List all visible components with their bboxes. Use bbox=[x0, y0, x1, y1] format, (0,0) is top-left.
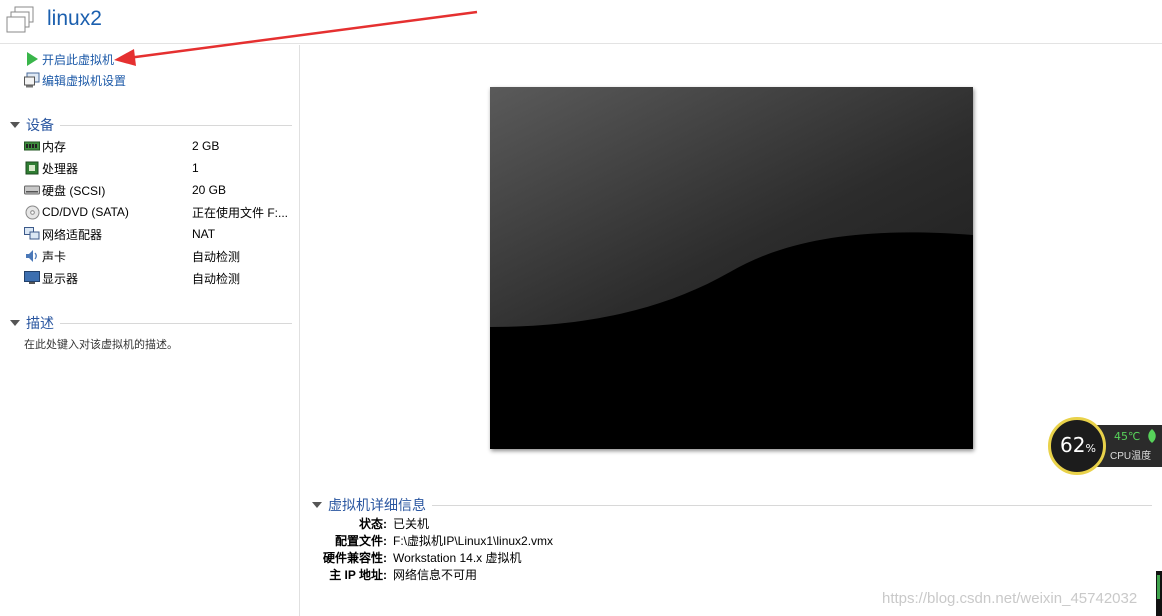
collapse-triangle-icon bbox=[10, 122, 20, 128]
device-row-harddisk[interactable]: 硬盘 (SCSI) 20 GB bbox=[24, 180, 294, 200]
detail-row-ip: 主 IP 地址: 网络信息不可用 bbox=[312, 566, 712, 583]
device-row-cdrom[interactable]: CD/DVD (SATA) 正在使用文件 F:... bbox=[24, 202, 294, 222]
device-name: 硬盘 (SCSI) bbox=[42, 183, 106, 198]
left-panel: 开启此虚拟机 编辑虚拟机设置 设备 内存 2 GB 处理器 1 硬盘 (SCSI… bbox=[0, 45, 300, 616]
cpu-usage-value: 62 bbox=[1060, 433, 1086, 457]
detail-value: F:\虚拟机IP\Linux1\linux2.vmx bbox=[393, 534, 554, 548]
detail-key: 状态: bbox=[359, 517, 387, 531]
network-adapter-icon bbox=[24, 226, 40, 242]
section-divider bbox=[60, 322, 292, 324]
title-bar: linux2 bbox=[0, 0, 1162, 44]
device-row-display[interactable]: 显示器 自动检测 bbox=[24, 268, 294, 288]
description-field[interactable]: 在此处键入对该虚拟机的描述。 bbox=[24, 336, 178, 352]
cpu-usage: 62% bbox=[1060, 433, 1096, 457]
vm-details-section-header[interactable]: 虚拟机详细信息 bbox=[312, 496, 1162, 514]
description-section-label: 描述 bbox=[26, 315, 54, 331]
device-row-sound[interactable]: 声卡 自动检测 bbox=[24, 246, 294, 266]
section-divider bbox=[432, 504, 1152, 506]
detail-key: 硬件兼容性: bbox=[323, 551, 387, 565]
edit-vm-settings-label: 编辑虚拟机设置 bbox=[42, 73, 127, 88]
devices-section-header[interactable]: 设备 bbox=[10, 116, 292, 134]
device-name: 声卡 bbox=[42, 249, 67, 264]
vm-screen-preview[interactable] bbox=[490, 87, 973, 449]
detail-key: 配置文件: bbox=[335, 534, 387, 548]
edge-bar-indicator bbox=[1157, 575, 1160, 599]
detail-value: 网络信息不可用 bbox=[393, 568, 478, 582]
harddisk-icon bbox=[24, 182, 40, 198]
section-divider bbox=[60, 124, 292, 126]
devices-section-label: 设备 bbox=[26, 117, 54, 133]
device-value: 自动检测 bbox=[192, 271, 241, 286]
device-name: 网络适配器 bbox=[42, 227, 103, 242]
device-row-network[interactable]: 网络适配器 NAT bbox=[24, 224, 294, 244]
cpu-temperature-value: 45℃ bbox=[1114, 430, 1141, 443]
edit-settings-icon bbox=[24, 72, 40, 88]
processor-icon bbox=[24, 160, 40, 176]
device-row-memory[interactable]: 内存 2 GB bbox=[24, 136, 294, 156]
device-name: 显示器 bbox=[42, 271, 79, 286]
device-value: 正在使用文件 F:... bbox=[192, 205, 289, 220]
memory-icon bbox=[24, 138, 40, 154]
device-value: 2 GB bbox=[192, 139, 220, 153]
edit-vm-settings-link[interactable]: 编辑虚拟机设置 bbox=[24, 71, 126, 89]
device-name: CD/DVD (SATA) bbox=[42, 205, 129, 219]
sound-card-icon bbox=[24, 248, 40, 264]
device-value: NAT bbox=[192, 227, 216, 241]
play-icon bbox=[24, 51, 40, 67]
device-name: 内存 bbox=[42, 139, 67, 154]
cpu-temperature-label: CPU温度 bbox=[1110, 451, 1152, 462]
device-value: 自动检测 bbox=[192, 249, 241, 264]
detail-row-hw-compat: 硬件兼容性: Workstation 14.x 虚拟机 bbox=[312, 549, 712, 566]
detail-row-config-file: 配置文件: F:\虚拟机IP\Linux1\linux2.vmx bbox=[312, 532, 712, 549]
device-row-processor[interactable]: 处理器 1 bbox=[24, 158, 294, 178]
cpu-temperature-widget[interactable]: 62% 45℃ CPU温度 bbox=[1048, 417, 1162, 475]
detail-value: Workstation 14.x 虚拟机 bbox=[393, 551, 522, 565]
collapse-triangle-icon bbox=[312, 502, 322, 508]
leaf-icon bbox=[1147, 429, 1157, 443]
cpu-usage-unit: % bbox=[1085, 442, 1096, 455]
device-value: 1 bbox=[192, 161, 199, 175]
display-icon bbox=[24, 270, 40, 286]
description-section-header[interactable]: 描述 bbox=[10, 314, 292, 332]
detail-key: 主 IP 地址: bbox=[329, 568, 387, 582]
vm-details-section-label: 虚拟机详细信息 bbox=[328, 497, 426, 513]
detail-value: 已关机 bbox=[393, 517, 430, 531]
power-on-vm-link[interactable]: 开启此虚拟机 bbox=[24, 50, 114, 68]
cdrom-icon bbox=[24, 204, 40, 220]
device-value: 20 GB bbox=[192, 183, 227, 197]
device-name: 处理器 bbox=[42, 161, 79, 176]
power-on-vm-label: 开启此虚拟机 bbox=[42, 52, 115, 67]
detail-row-status: 状态: 已关机 bbox=[312, 515, 712, 532]
collapse-triangle-icon bbox=[10, 320, 20, 326]
watermark-text: https://blog.csdn.net/weixin_45742032 bbox=[882, 590, 1138, 607]
vm-stack-icon bbox=[6, 6, 36, 36]
vm-title: linux2 bbox=[47, 7, 102, 30]
preview-gloss bbox=[490, 87, 973, 449]
